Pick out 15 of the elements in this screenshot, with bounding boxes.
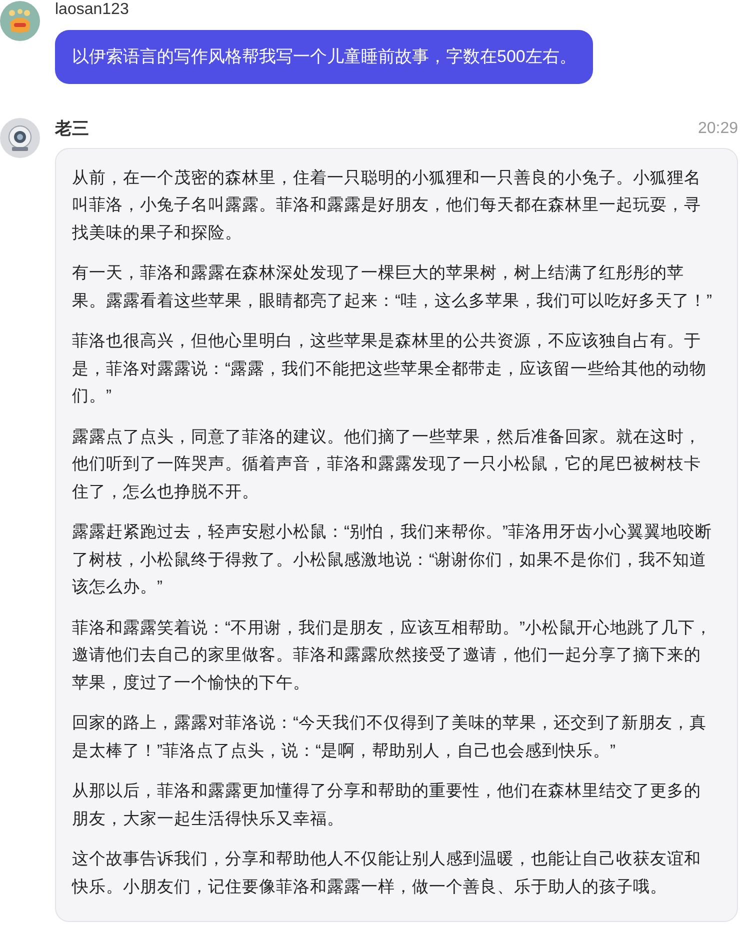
- story-paragraph: 回家的路上，露露对菲洛说：“今天我们不仅得到了美味的苹果，还交到了新朋友，真是太棒了！”菲洛点了点头，说：“是啊，帮助别人，自己也会感到快乐。”: [72, 713, 708, 762]
- story-paragraph: 这个故事告诉我们，分享和帮助他人不仅能让别人感到温暖，也能让自己收获友谊和快乐。小朋友们，记住要像菲洛和露露一样，做一个善良、乐于助人的孩子哦。: [72, 849, 702, 898]
- user-message-bubble: 以伊索语言的写作风格帮我写一个儿童睡前故事，字数在500左右。: [55, 30, 594, 84]
- bot-name: 老三: [55, 118, 89, 140]
- story-paragraph: 从那以后，菲洛和露露更加懂得了分享和帮助的重要性，他们在森林里结交了更多的朋友，大家一起生活得快乐又幸福。: [72, 781, 702, 830]
- story-paragraph: 菲洛和露露笑着说：“不用谢，我们是朋友，应该互相帮助。”小松鼠开心地跳了几下，邀请他们去自己的家里做客。菲洛和露露欣然接受了邀请，他们一起分享了摘下来的苹果，度过了一个愉快的下午。: [72, 618, 713, 694]
- message-time: 20:29: [698, 118, 738, 139]
- story-paragraph: 露露点了点头，同意了菲洛的建议。他们摘了一些苹果，然后准备回家。就在这时，他们听到了一阵哭声。循着声音，菲洛和露露发现了一只小松鼠，它的尾巴被树枝卡住了，怎么也挣脱不开。: [72, 426, 702, 502]
- monster-icon: [7, 9, 33, 33]
- story-paragraph: 从前，在一个茂密的森林里，住着一只聪明的小狐狸和一只善良的小兔子。小狐狸名叫菲洛，小兔子名叫露露。菲洛和露露是好朋友，他们每天都在森林里一起玩耍，寻找美味的果子和探险。: [72, 168, 702, 244]
- username: laosan123: [55, 0, 129, 20]
- story-paragraph: 菲洛也很高兴，但他心里明白，这些苹果是森林里的公共资源，不应该独自占有。于是，菲洛对露露说：“露露，我们不能把这些苹果全都带走，应该留一些给其他的动物们。”: [72, 331, 708, 407]
- story-paragraph: 有一天，菲洛和露露在森林深处发现了一棵巨大的苹果树，树上结满了红彤彤的苹果。露露看着这些苹果，眼睛都亮了起来：“哇，这么多苹果，我们可以吃好多天了！”: [72, 263, 713, 312]
- story-paragraph: 露露赶紧跑过去，轻声安慰小松鼠：“别怕，我们来帮你。”菲洛用牙齿小心翼翼地咬断了树枝，小松鼠终于得救了。小松鼠感激地说：“谢谢你们，如果不是你们，我不知道该怎么办。”: [72, 522, 713, 598]
- webcam-icon: [6, 124, 34, 152]
